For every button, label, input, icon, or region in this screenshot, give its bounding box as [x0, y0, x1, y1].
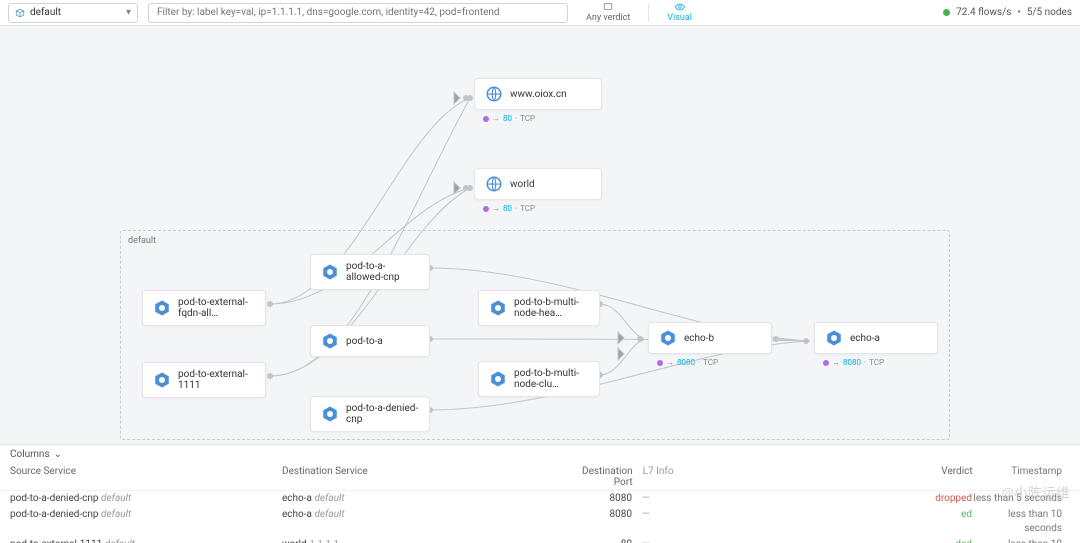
table-header: Source Service Destination Service Desti…	[0, 464, 1080, 491]
kubernetes-icon	[321, 405, 339, 423]
graph-canvas[interactable]: default www.oiox.cn →80·TCP world →80·TC…	[0, 26, 1080, 444]
topbar: default Any verdict Visual 72.4 flows/s …	[0, 0, 1080, 26]
node-denied[interactable]: pod-to-a-denied-cnp	[310, 396, 430, 432]
th-verdict[interactable]: Verdict	[883, 466, 973, 488]
kubernetes-icon	[489, 299, 507, 317]
chevron-down-icon: ⌄	[54, 449, 62, 460]
kubernetes-icon	[153, 371, 171, 389]
node-port-badge: →8080·TCP	[823, 358, 884, 367]
node-port-badge: →80·TCP	[483, 114, 535, 123]
filter-input[interactable]	[148, 3, 568, 23]
eye-icon	[673, 2, 687, 12]
table-row[interactable]: pod-to-a-denied-cnp defaultecho-a defaul…	[0, 507, 1080, 537]
node-multi1[interactable]: pod-to-b-multi-node-hea…	[478, 290, 600, 326]
th-destination[interactable]: Destination Service	[282, 466, 582, 488]
kubernetes-icon	[489, 370, 507, 388]
node-label: pod-to-b-multi-node-hea…	[514, 297, 589, 319]
node-oiox[interactable]: www.oiox.cn →80·TCP	[474, 78, 602, 110]
table-body[interactable]: pod-to-a-denied-cnp defaultecho-a defaul…	[0, 491, 1080, 543]
node-label: pod-to-b-multi-node-clu…	[514, 368, 589, 390]
th-timestamp[interactable]: Timestamp	[973, 466, 1070, 488]
node-port-badge: →80·TCP	[483, 204, 535, 213]
table-row[interactable]: pod-to-external-1111 defaultworld 1.1.1.…	[0, 537, 1080, 543]
visual-button[interactable]: Visual	[659, 2, 700, 23]
node-echob[interactable]: echo-b →8080·TCP	[648, 322, 772, 354]
stats: 72.4 flows/s • 5/5 nodes	[943, 7, 1072, 18]
th-port[interactable]: Destination Port	[582, 466, 643, 488]
flows-rate: 72.4 flows/s	[956, 7, 1011, 18]
verdict-icon	[601, 2, 615, 12]
status-dot-icon	[943, 9, 950, 16]
kubernetes-icon	[153, 299, 171, 317]
namespace-label: default	[30, 7, 61, 18]
globe-icon	[485, 85, 503, 103]
node-label: pod-to-a-denied-cnp	[346, 403, 419, 425]
node-echoa[interactable]: echo-a →8080·TCP	[814, 322, 938, 354]
node-label: echo-a	[850, 333, 880, 344]
node-world[interactable]: world →80·TCP	[474, 168, 602, 200]
th-l7[interactable]: L7 Info	[643, 466, 883, 488]
node-label: pod-to-a	[346, 336, 383, 347]
kubernetes-icon	[321, 263, 339, 281]
globe-icon	[485, 175, 503, 193]
node-label: pod-to-external-fqdn-all…	[178, 297, 255, 319]
node-pta[interactable]: pod-to-a	[310, 325, 430, 357]
node-allowed[interactable]: pod-to-a-allowed-cnp	[310, 254, 430, 290]
node-label: www.oiox.cn	[510, 89, 567, 100]
node-multi2[interactable]: pod-to-b-multi-node-clu…	[478, 361, 600, 397]
node-label: echo-b	[684, 333, 714, 344]
flows-table: Columns ⌄ Source Service Destination Ser…	[0, 444, 1080, 543]
node-port-badge: →8080·TCP	[657, 358, 718, 367]
nodes-count: 5/5 nodes	[1027, 7, 1072, 18]
kubernetes-icon	[659, 329, 677, 347]
node-fqdn[interactable]: pod-to-external-fqdn-all…	[142, 290, 266, 326]
node-label: pod-to-external-1111	[178, 369, 255, 391]
separator	[648, 4, 649, 22]
columns-button[interactable]: Columns ⌄	[0, 445, 1080, 464]
kubernetes-icon	[825, 329, 843, 347]
kubernetes-icon	[321, 332, 339, 350]
namespace-box-label: default	[128, 236, 156, 246]
node-ext1111[interactable]: pod-to-external-1111	[142, 362, 266, 398]
namespace-icon	[15, 8, 25, 18]
any-verdict-button[interactable]: Any verdict	[578, 2, 638, 23]
th-source[interactable]: Source Service	[10, 466, 282, 488]
node-label: pod-to-a-allowed-cnp	[346, 261, 419, 283]
table-row[interactable]: pod-to-a-denied-cnp defaultecho-a defaul…	[0, 491, 1080, 507]
node-label: world	[510, 179, 535, 190]
namespace-select[interactable]: default	[8, 3, 138, 23]
